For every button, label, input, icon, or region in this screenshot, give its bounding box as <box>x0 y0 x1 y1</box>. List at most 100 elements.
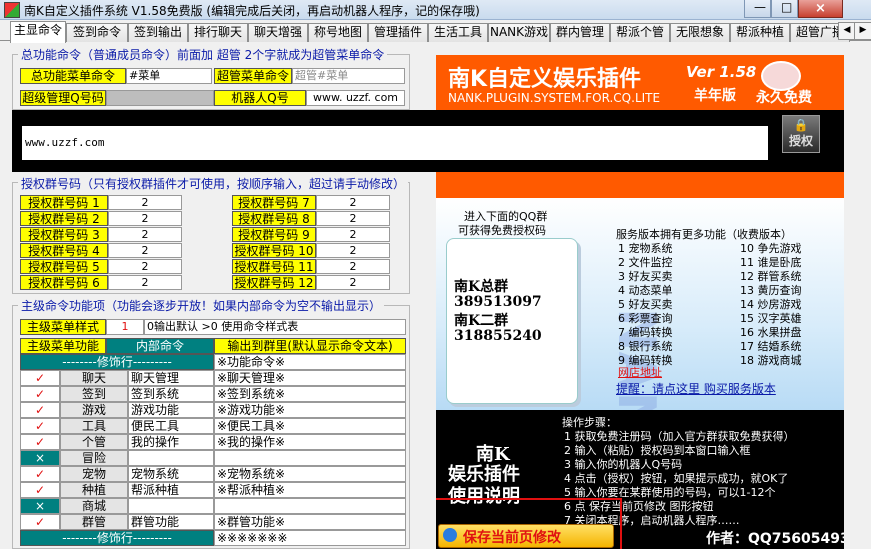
internal-cmd-cell[interactable]: 签到系统 <box>128 386 214 402</box>
ad-group2-label: 南K二群 <box>454 313 509 329</box>
auth-group-input-4[interactable]: 2 <box>108 243 182 258</box>
auth-button[interactable]: 🔒 授权 <box>782 115 820 153</box>
tab-life-tools[interactable]: 生活工具 <box>428 23 488 42</box>
table-row: ✓ 游戏 游戏功能 ※游戏功能※ <box>20 402 406 418</box>
auth-group-label-4: 授权群号码 4 <box>20 243 108 258</box>
separator-cell[interactable]: --------修饰行--------- <box>20 354 214 370</box>
enable-checkbox[interactable]: × <box>20 498 60 514</box>
maximize-button[interactable]: □ <box>771 0 798 18</box>
tab-main-display[interactable]: 主显命令 <box>10 21 66 43</box>
auth-group-label-1: 授权群号码 1 <box>20 195 108 210</box>
separator-cell[interactable]: --------修饰行--------- <box>20 530 214 546</box>
robot-qq-input[interactable]: www. uzzf. com <box>306 90 405 106</box>
tab-group-manage[interactable]: 群内管理 <box>550 23 610 42</box>
output-cell[interactable]: ※我的操作※ <box>214 434 406 450</box>
enable-checkbox[interactable]: ✓ <box>20 434 60 450</box>
robot-qq-label: 机器人Q号 <box>214 90 306 106</box>
output-cell[interactable]: ※宠物系统※ <box>214 466 406 482</box>
enable-checkbox[interactable]: × <box>20 450 60 466</box>
minimize-button[interactable]: — <box>744 0 771 18</box>
auth-group-label-3: 授权群号码 3 <box>20 227 108 242</box>
function-name-cell: 种植 <box>60 482 128 498</box>
admin-qq-label: 超级管理Q号码 <box>20 90 106 106</box>
auth-group-input-10[interactable]: 2 <box>316 243 390 258</box>
banner-edition: 羊年版 <box>694 88 736 104</box>
tab-scroll-right[interactable]: ▶ <box>854 22 871 40</box>
enable-checkbox[interactable]: ✓ <box>20 514 60 530</box>
internal-cmd-cell[interactable]: 我的操作 <box>128 434 214 450</box>
ad-group2-number: 318855240 <box>454 328 542 344</box>
tab-imagination[interactable]: 无限想象 <box>670 23 730 42</box>
auth-group-input-11[interactable]: 2 <box>316 259 390 274</box>
output-cell[interactable]: ※群管功能※ <box>214 514 406 530</box>
tab-gang-planting[interactable]: 帮派种植 <box>730 23 790 42</box>
internal-cmd-cell[interactable] <box>128 498 214 514</box>
maximize-icon: □ <box>781 0 793 14</box>
enable-checkbox[interactable]: ✓ <box>20 482 60 498</box>
col-header-output: 输出到群里(默认显示命令文本) <box>214 338 406 354</box>
super-cmd-label: 超管菜单命令 <box>214 68 292 84</box>
tab-nank-games[interactable]: NANK游戏 <box>488 23 550 42</box>
internal-cmd-cell[interactable]: 宠物系统 <box>128 466 214 482</box>
enable-checkbox[interactable]: ✓ <box>20 386 60 402</box>
output-cell[interactable] <box>214 450 406 466</box>
tab-manage-plugin[interactable]: 管理插件 <box>368 23 428 42</box>
internal-cmd-cell[interactable]: 聊天管理 <box>128 370 214 386</box>
table-row: ✓ 种植 帮派种植 ※帮派种植※ <box>20 482 406 498</box>
function-name-cell: 工具 <box>60 418 128 434</box>
auth-group-input-2[interactable]: 2 <box>108 211 182 226</box>
enable-checkbox[interactable]: ✓ <box>20 466 60 482</box>
auth-group-input-6[interactable]: 2 <box>108 275 182 290</box>
menu-cmd-label: 总功能菜单命令 <box>20 68 126 84</box>
output-cell[interactable] <box>214 498 406 514</box>
auth-group-input-9[interactable]: 2 <box>316 227 390 242</box>
close-icon: × <box>815 1 826 16</box>
function-name-cell: 宠物 <box>60 466 128 482</box>
output-cell[interactable]: ※游戏功能※ <box>214 402 406 418</box>
auth-group-input-8[interactable]: 2 <box>316 211 390 226</box>
banner-version: Ver 1.58 <box>686 63 757 81</box>
admin-qq-input[interactable] <box>106 90 214 106</box>
internal-cmd-cell[interactable] <box>128 450 214 466</box>
save-button[interactable]: 保存当前页修改 <box>438 524 614 548</box>
auth-group-input-7[interactable]: 2 <box>316 195 390 210</box>
auth-group-label-2: 授权群号码 2 <box>20 211 108 226</box>
tab-chat-enhance[interactable]: 聊天增强 <box>248 23 308 42</box>
output-cell[interactable]: ※功能命令※ <box>214 354 406 370</box>
auth-group-input-12[interactable]: 2 <box>316 275 390 290</box>
enable-checkbox[interactable]: ✓ <box>20 402 60 418</box>
enable-checkbox[interactable]: ✓ <box>20 370 60 386</box>
super-cmd-input[interactable]: 超管#菜单 <box>292 68 405 84</box>
app-icon <box>4 2 20 18</box>
auth-code-input[interactable]: www.uzzf.com <box>22 126 768 160</box>
tab-gang-personal[interactable]: 帮派个管 <box>610 23 670 42</box>
tab-rank-chat[interactable]: 排行聊天 <box>188 23 248 42</box>
menu-style-input[interactable]: 1 <box>106 319 144 335</box>
shop-link[interactable]: 网店地址 <box>618 364 662 380</box>
tab-title-map[interactable]: 称号地图 <box>308 23 368 42</box>
auth-group-input-5[interactable]: 2 <box>108 259 182 274</box>
enable-checkbox[interactable]: ✓ <box>20 418 60 434</box>
output-cell[interactable]: ※签到系统※ <box>214 386 406 402</box>
close-button[interactable]: × <box>798 0 843 18</box>
table-row: ✓ 工具 便民工具 ※便民工具※ <box>20 418 406 434</box>
auth-group-input-1[interactable]: 2 <box>108 195 182 210</box>
menu-cmd-input[interactable]: #菜单 <box>126 68 212 84</box>
cmd-table-title: 主级命令功能项（功能会逐步开放！如果内部命令为空不输出显示） <box>18 297 385 314</box>
output-cell[interactable]: ※便民工具※ <box>214 418 406 434</box>
internal-cmd-cell[interactable]: 游戏功能 <box>128 402 214 418</box>
internal-cmd-cell[interactable]: 群管功能 <box>128 514 214 530</box>
auth-group-input-3[interactable]: 2 <box>108 227 182 242</box>
output-cell[interactable]: ※聊天管理※ <box>214 370 406 386</box>
buy-service-link[interactable]: 提醒：请点这里 购买服务版本 <box>616 380 776 397</box>
banner: 南K自定义娱乐插件 NANK.PLUGIN.SYSTEM.FOR.CQ.LITE… <box>436 55 844 112</box>
output-cell[interactable]: ※帮派种植※ <box>214 482 406 498</box>
table-row: ✓ 个管 我的操作 ※我的操作※ <box>20 434 406 450</box>
internal-cmd-cell[interactable]: 帮派种植 <box>128 482 214 498</box>
tab-signin-cmd[interactable]: 签到命令 <box>66 23 128 42</box>
menu-style-desc: 0输出默认 >0 使用命令样式表 <box>144 319 406 335</box>
tab-signin-output[interactable]: 签到输出 <box>128 23 188 42</box>
cmd-table-header: 主级菜单功能 内部命令 输出到群里(默认显示命令文本) <box>20 338 406 354</box>
internal-cmd-cell[interactable]: 便民工具 <box>128 418 214 434</box>
output-cell[interactable]: ※※※※※※※ <box>214 530 406 546</box>
